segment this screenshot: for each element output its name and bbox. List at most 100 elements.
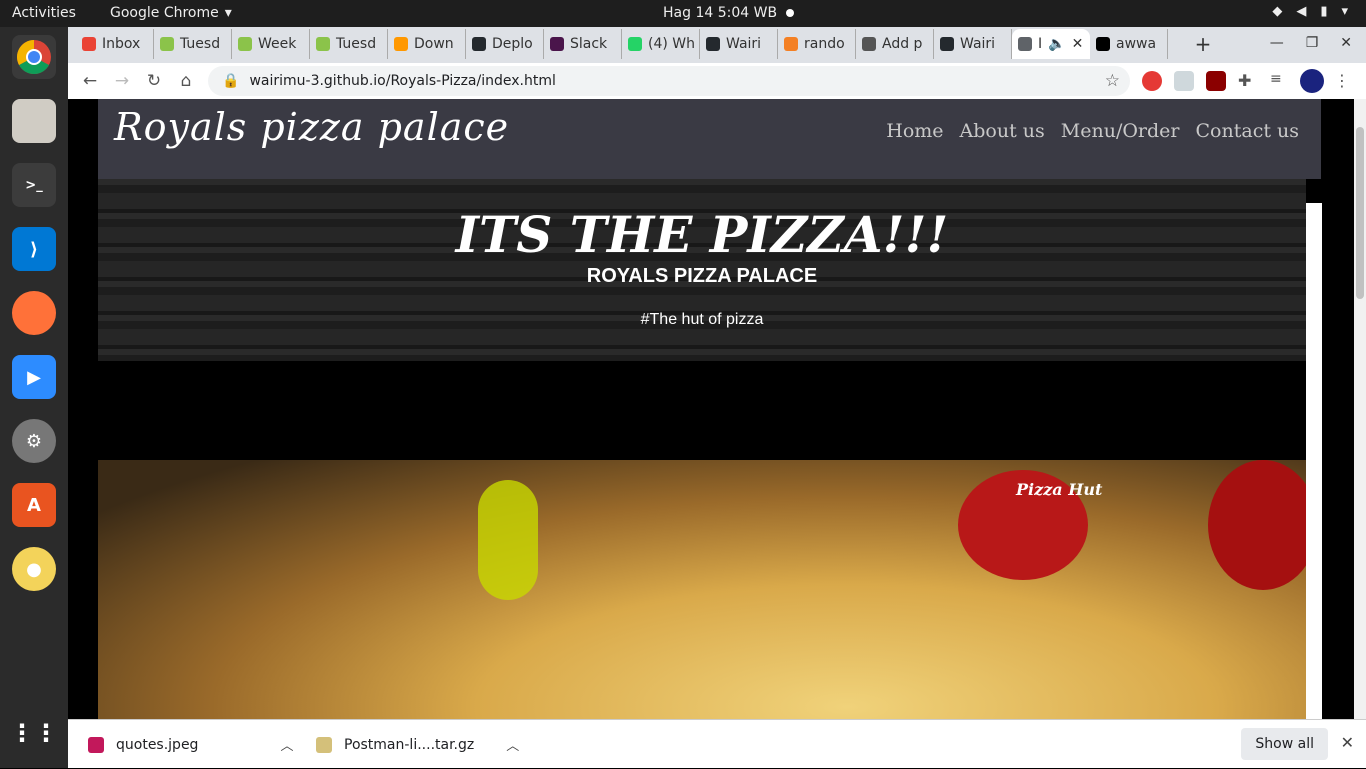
tab-favicon-icon bbox=[1096, 37, 1110, 51]
nav-home[interactable]: Home bbox=[886, 120, 943, 142]
tab-audio-icon[interactable]: 🔈 bbox=[1048, 36, 1065, 52]
profile-avatar[interactable] bbox=[1300, 69, 1324, 93]
tab[interactable]: awwa bbox=[1090, 29, 1168, 59]
browser-toolbar: ← → ↻ ⌂ 🔒 wairimu-3.github.io/Royals-Piz… bbox=[68, 63, 1366, 99]
download-filename: quotes.jpeg bbox=[116, 736, 199, 753]
tab[interactable]: Slack bbox=[544, 29, 622, 59]
close-icon[interactable]: ✕ bbox=[1340, 35, 1352, 51]
clock[interactable]: Hag 14 5:04 WB bbox=[663, 5, 777, 21]
address-bar[interactable]: 🔒 wairimu-3.github.io/Royals-Pizza/index… bbox=[208, 66, 1130, 96]
pizza-hut-logo: Pizza Hut bbox=[1016, 480, 1103, 499]
chrome-icon[interactable] bbox=[12, 35, 56, 79]
nav-menu-order[interactable]: Menu/Order bbox=[1061, 120, 1180, 142]
notification-dot-icon bbox=[786, 9, 794, 17]
tab-label: Deplo bbox=[492, 36, 533, 52]
reload-button[interactable]: ↻ bbox=[142, 69, 166, 93]
tab[interactable]: Deplo bbox=[466, 29, 544, 59]
tab[interactable]: Wairi bbox=[934, 29, 1012, 59]
tab[interactable]: Tuesd bbox=[154, 29, 232, 59]
back-button[interactable]: ← bbox=[78, 69, 102, 93]
extension-gray-icon[interactable] bbox=[1174, 71, 1194, 91]
activities-button[interactable]: Activities bbox=[12, 5, 76, 21]
nav-contact[interactable]: Contact us bbox=[1196, 120, 1299, 142]
tab-label: Tuesd bbox=[336, 36, 377, 52]
hero-tagline: #The hut of pizza bbox=[640, 311, 764, 328]
tab[interactable]: Down bbox=[388, 29, 466, 59]
firefox-icon[interactable] bbox=[12, 291, 56, 335]
chevron-up-icon[interactable]: ︿ bbox=[280, 735, 293, 754]
restore-icon[interactable]: ❐ bbox=[1306, 35, 1319, 51]
site-nav: Home About us Menu/Order Contact us bbox=[886, 120, 1299, 142]
tab[interactable]: rando bbox=[778, 29, 856, 59]
app-grid-icon[interactable]: ⋮⋮ bbox=[10, 711, 58, 755]
tab[interactable]: Wairi bbox=[700, 29, 778, 59]
download-item[interactable]: Postman-li....tar.gz ︿ bbox=[316, 720, 519, 769]
tab-favicon-icon bbox=[394, 37, 408, 51]
tab[interactable]: Tuesd bbox=[310, 29, 388, 59]
close-icon[interactable]: ✕ bbox=[1341, 733, 1354, 752]
tab-label: (4) Wh bbox=[648, 36, 695, 52]
tab-label: Wairi bbox=[960, 36, 996, 52]
chevron-up-icon[interactable]: ︿ bbox=[506, 735, 519, 754]
home-button[interactable]: ⌂ bbox=[174, 69, 198, 93]
tab[interactable]: Week bbox=[232, 29, 310, 59]
menu-kebab-icon[interactable]: ⋮ bbox=[1334, 71, 1354, 91]
tab-favicon-icon bbox=[940, 37, 954, 51]
download-item[interactable]: quotes.jpeg ︿ bbox=[88, 720, 293, 769]
url-text: wairimu-3.github.io/Royals-Pizza/index.h… bbox=[249, 73, 556, 89]
tab-label: I bbox=[1038, 36, 1043, 52]
show-all-button[interactable]: Show all bbox=[1241, 728, 1328, 760]
inner-scrollbar[interactable] bbox=[1306, 203, 1322, 719]
system-tray[interactable]: ◆ ◀ ▮ ▾ bbox=[1272, 4, 1348, 19]
chevron-down-icon: ▾ bbox=[224, 5, 232, 21]
nav-about[interactable]: About us bbox=[960, 120, 1045, 142]
app-menu[interactable]: Google Chrome ▾ bbox=[110, 5, 232, 21]
bottle-highlight bbox=[478, 480, 538, 600]
tab-label: awwa bbox=[1116, 36, 1157, 52]
zoom-icon[interactable]: ▶ bbox=[12, 355, 56, 399]
tab-label: Slack bbox=[570, 36, 608, 52]
vscode-icon[interactable]: ⟩ bbox=[12, 227, 56, 271]
tab-label: Add p bbox=[882, 36, 923, 52]
ublock-icon[interactable] bbox=[1206, 71, 1226, 91]
forward-button[interactable]: → bbox=[110, 69, 134, 93]
system-top-bar: Activities Google Chrome ▾ Hag 14 5:04 WB… bbox=[0, 0, 1366, 27]
minimize-icon[interactable]: — bbox=[1270, 35, 1284, 51]
wifi-icon: ◆ bbox=[1272, 4, 1283, 19]
files-icon[interactable] bbox=[12, 99, 56, 143]
music-player-icon[interactable]: ● bbox=[12, 547, 56, 591]
tab[interactable]: (4) Wh bbox=[622, 29, 700, 59]
tab-favicon-icon bbox=[160, 37, 174, 51]
extensions-puzzle-icon[interactable]: ✚ bbox=[1238, 71, 1258, 91]
tab-close-icon[interactable]: ✕ bbox=[1072, 36, 1084, 52]
window-controls: — ❐ ✕ bbox=[1270, 35, 1352, 51]
site-logo[interactable]: Royals pizza palace bbox=[114, 105, 509, 149]
page-scrollbar[interactable] bbox=[1354, 99, 1366, 719]
battery-icon: ▮ bbox=[1320, 4, 1328, 19]
tab[interactable]: Inbox bbox=[76, 29, 154, 59]
tab-active[interactable]: I 🔈 ✕ bbox=[1012, 29, 1090, 59]
media-control-icon[interactable]: ≡ bbox=[1270, 71, 1290, 91]
tab-favicon-icon bbox=[628, 37, 642, 51]
new-tab-button[interactable]: + bbox=[1191, 33, 1215, 57]
tab-favicon-icon bbox=[1018, 37, 1032, 51]
volume-icon: ◀ bbox=[1296, 4, 1307, 19]
bookmark-star-icon[interactable]: ☆ bbox=[1105, 71, 1120, 91]
scrollbar-thumb[interactable] bbox=[1356, 127, 1364, 299]
settings-icon[interactable]: ⚙ bbox=[12, 419, 56, 463]
tab-label: rando bbox=[804, 36, 845, 52]
terminal-icon[interactable]: >_ bbox=[12, 163, 56, 207]
tab-label: Down bbox=[414, 36, 454, 52]
chevron-down-icon: ▾ bbox=[1341, 4, 1348, 19]
archive-file-icon bbox=[316, 736, 332, 753]
tab-favicon-icon bbox=[82, 37, 96, 51]
hero-banner: ITS THE PIZZA!!! ROYALS PIZZA PALACE #Th… bbox=[98, 179, 1306, 361]
tomato bbox=[1208, 460, 1306, 590]
extension-red-icon[interactable] bbox=[1142, 71, 1162, 91]
software-store-icon[interactable]: A bbox=[12, 483, 56, 527]
pizza-image: Pizza Hut bbox=[98, 460, 1306, 719]
tab-favicon-icon bbox=[862, 37, 876, 51]
hero-title: ITS THE PIZZA!!! bbox=[455, 205, 949, 264]
tab[interactable]: Add p bbox=[856, 29, 934, 59]
tab-strip: Inbox Tuesd Week Tuesd Down Deplo Slack … bbox=[76, 29, 1168, 61]
